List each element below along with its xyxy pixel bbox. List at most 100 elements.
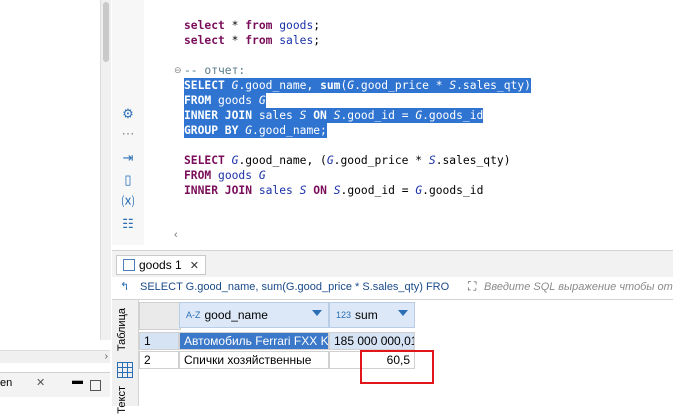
code-token: from (245, 34, 273, 47)
code-token: S (333, 184, 341, 197)
file-error-icon[interactable]: ▯ (120, 172, 136, 188)
code-token: .good_name; (252, 124, 327, 137)
highlight-annotation-box (360, 350, 434, 384)
fold-icon[interactable]: ⊖ (174, 65, 182, 76)
expand-icon[interactable]: ⛶ (468, 279, 482, 295)
code-token: .goods_id (422, 184, 484, 197)
minimize-icon[interactable]: ▬ (72, 375, 83, 387)
code-token: ON (313, 184, 327, 197)
code-token: -- отчет: (184, 64, 246, 77)
code-line[interactable]: INNER JOIN sales S ON S.good_id = G.good… (184, 183, 483, 198)
number-type-icon: 123 (336, 310, 352, 320)
grid-icon[interactable] (117, 362, 133, 378)
left-vertical-scrollbar[interactable] (100, 0, 111, 340)
result-view-tabs: Таблица Текст (112, 300, 139, 414)
variables-icon[interactable]: ⒳ (120, 194, 136, 210)
column-header-good-name[interactable]: A-Z good_name (179, 302, 329, 328)
gear-icon[interactable]: ⚙ (120, 106, 136, 122)
tab-table[interactable]: Таблица (116, 308, 128, 351)
filter-input[interactable]: Введите SQL выражение чтобы от (484, 281, 673, 293)
code-token: G (258, 94, 266, 107)
row-number[interactable]: 1 (139, 332, 179, 350)
sql-source-icon[interactable]: ↰ (120, 280, 129, 293)
selected-code-line[interactable]: FROM goods G (184, 93, 266, 108)
code-token: INNER JOIN (184, 184, 253, 197)
code-line[interactable]: -- отчет: (184, 63, 245, 78)
code-token: .good_id = (340, 109, 416, 122)
grid-corner[interactable] (139, 302, 181, 330)
scroll-right-arrow-icon[interactable]: › (105, 351, 108, 362)
code-token: .good_name, (238, 79, 321, 92)
chevron-down-icon[interactable] (398, 310, 408, 316)
selected-code-line[interactable]: INNER JOIN sales S ON S.good_id = G.good… (184, 108, 484, 123)
code-token: sales (258, 184, 293, 197)
scroll-left-arrow-icon[interactable]: ‹ (174, 229, 178, 241)
query-text: SELECT G.good_name, sum(G.good_price * S… (140, 281, 450, 293)
selected-code-line[interactable]: GROUP BY G.good_name; (184, 123, 327, 138)
code-token: SELECT (184, 79, 225, 92)
table-cell[interactable]: Автомобиль Ferrari FXX K (179, 332, 329, 350)
close-icon[interactable]: ✕ (190, 259, 199, 272)
results-tabbar: goods 1 ✕ (112, 250, 673, 278)
code-token: INNER JOIN (184, 109, 253, 122)
row-number[interactable]: 2 (139, 351, 179, 369)
left-horizontal-scrollbar[interactable]: › (0, 350, 110, 363)
code-token: FROM (184, 94, 212, 107)
code-token: .goods_id (422, 109, 484, 122)
code-token: G (258, 169, 266, 182)
text-type-icon: A-Z (186, 310, 201, 320)
code-token: .sales_qty) (435, 154, 511, 167)
tab-label: goods 1 (139, 258, 182, 272)
column-name: sum (355, 308, 378, 322)
code-token: SELECT (184, 154, 225, 167)
code-token: sales (279, 34, 314, 47)
left-tab-label[interactable]: en (0, 377, 12, 389)
code-line[interactable]: SELECT G.good_name, (G.good_price * S.sa… (184, 153, 511, 168)
tab-text[interactable]: Текст (116, 386, 128, 414)
close-icon[interactable]: ✕ (36, 376, 45, 389)
results-grid: A-Z good_name 123 sum 1 Автомобиль Ferra… (139, 300, 673, 406)
execute-script-icon[interactable]: ⇥ (120, 150, 136, 166)
column-header-sum[interactable]: 123 sum (329, 302, 415, 328)
code-token: ON (313, 109, 327, 122)
code-token: ; (313, 19, 321, 32)
code-token: .good_id = (340, 184, 416, 197)
query-filter-bar: ↰ SELECT G.good_name, sum(G.good_price *… (112, 277, 673, 300)
tab-goods-1[interactable]: goods 1 ✕ (116, 255, 206, 275)
outline-icon[interactable]: ☷ (120, 216, 136, 232)
code-token: sum (320, 79, 341, 92)
editor-side-toolbar: ⚙ ⋯ ⇥ ▯ ⒳ ☷ (112, 0, 145, 245)
code-token: from (245, 19, 273, 32)
table-icon (123, 259, 135, 271)
code-line[interactable]: select * from sales; (184, 33, 320, 48)
code-token: .good_price * (333, 154, 429, 167)
code-token: * (224, 34, 246, 47)
left-bottom-tabbar: en ✕ ▬ (0, 372, 110, 397)
chevron-down-icon[interactable] (312, 310, 322, 316)
code-line[interactable]: select * from goods; (184, 18, 320, 33)
code-token: .good_name, ( (238, 154, 327, 167)
sql-editor[interactable]: select * from goods; select * from sales;… (144, 0, 673, 245)
more-icon[interactable]: ⋯ (120, 126, 136, 142)
code-line[interactable]: FROM goods G (184, 168, 266, 183)
code-token: S (428, 154, 436, 167)
selected-code-line[interactable]: SELECT G.good_name, sum(G.good_price * S… (184, 78, 531, 93)
code-token: goods (218, 169, 253, 182)
code-token: FROM (184, 169, 212, 182)
code-token: ; (313, 34, 321, 47)
code-token: select (184, 19, 225, 32)
code-token: GROUP BY (184, 124, 239, 137)
code-token: * (224, 19, 246, 32)
code-token: goods (279, 19, 314, 32)
code-token: G (326, 154, 334, 167)
maximize-icon[interactable] (90, 380, 101, 391)
table-cell[interactable]: Спички хозяйственные (179, 351, 329, 369)
table-cell[interactable]: 185 000 000,01 (329, 332, 415, 350)
